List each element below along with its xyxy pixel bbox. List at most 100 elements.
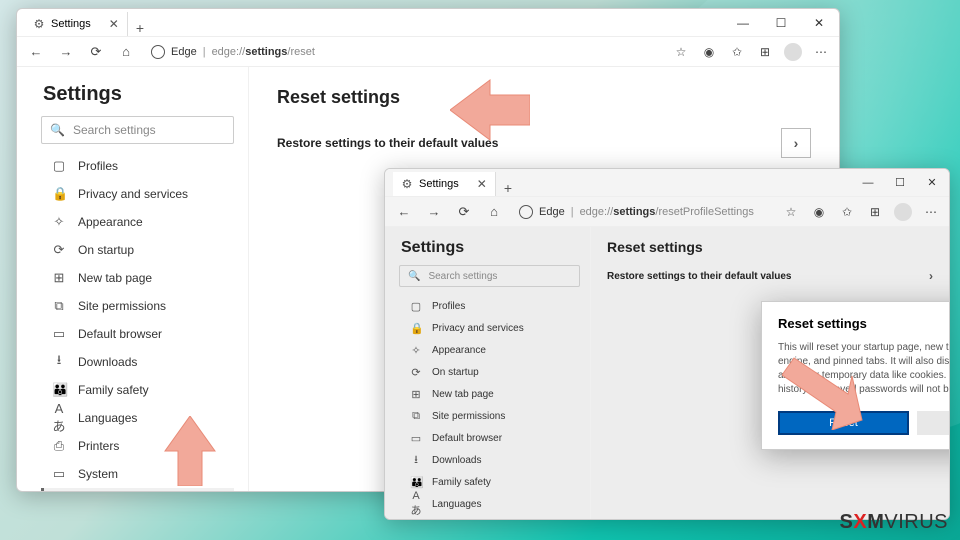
favorites-bar-icon[interactable]: ✩ — [725, 40, 749, 64]
page-title: Settings — [43, 83, 234, 106]
forward-button[interactable]: → — [53, 39, 79, 65]
nav-icon: ✧ — [52, 214, 66, 230]
nav-icon: ⟳ — [410, 366, 422, 379]
adblock-icon[interactable]: ◉ — [807, 200, 831, 224]
settings-sidebar: Settings 🔍 Search settings ▢Profiles🔒Pri… — [385, 227, 591, 519]
nav-icon: Aあ — [52, 401, 66, 435]
nav-icon: ▭ — [52, 466, 66, 482]
collections-icon[interactable]: ⊞ — [863, 200, 887, 224]
menu-button[interactable]: ⋯ — [809, 40, 833, 64]
gear-icon: ⚙ — [33, 18, 45, 30]
titlebar: ⚙ Settings ✕ + — ☐ ✕ — [17, 9, 839, 37]
minimize-button[interactable]: — — [725, 10, 761, 36]
nav-icon: ⊞ — [52, 270, 66, 286]
close-tab-icon[interactable]: ✕ — [477, 177, 487, 191]
address-bar: ← → ⟳ ⌂ Edge | edge://settings/reset ☆ ◉… — [17, 37, 839, 67]
home-button[interactable]: ⌂ — [481, 199, 507, 225]
sidebar-item-label: Privacy and services — [78, 187, 188, 201]
settings-main: Reset settings Restore settings to their… — [591, 227, 949, 519]
sidebar-item-label: Profiles — [78, 159, 118, 173]
sidebar-item-appearance[interactable]: ✧Appearance — [41, 208, 234, 236]
nav-icon: ⧉ — [52, 298, 66, 314]
close-window-button[interactable]: ✕ — [801, 10, 837, 36]
sidebar-item-languages[interactable]: AあLanguages — [399, 493, 580, 515]
avatar-icon — [894, 203, 912, 221]
addr-prefix: Edge — [171, 46, 197, 58]
adblock-icon[interactable]: ◉ — [697, 40, 721, 64]
search-placeholder: Search settings — [428, 271, 497, 282]
nav-icon: 🔒 — [410, 322, 422, 335]
url-field[interactable]: Edge | edge://settings/resetProfileSetti… — [511, 201, 775, 223]
sidebar-item-profiles[interactable]: ▢Profiles — [399, 295, 580, 317]
maximize-button[interactable]: ☐ — [763, 10, 799, 36]
restore-defaults-row[interactable]: Restore settings to their default values… — [277, 128, 811, 158]
section-title: Reset settings — [277, 87, 811, 108]
refresh-button[interactable]: ⟳ — [83, 39, 109, 65]
sidebar-item-label: Site permissions — [432, 411, 505, 422]
nav-icon: ⭳ — [52, 351, 66, 373]
new-tab-button[interactable]: + — [128, 20, 152, 36]
home-button[interactable]: ⌂ — [113, 39, 139, 65]
sidebar-item-label: Default browser — [432, 433, 502, 444]
url-field[interactable]: Edge | edge://settings/reset — [143, 41, 665, 63]
collections-icon[interactable]: ⊞ — [753, 40, 777, 64]
back-button[interactable]: ← — [23, 39, 49, 65]
sidebar-item-default-browser[interactable]: ▭Default browser — [399, 427, 580, 449]
sidebar-item-site-permissions[interactable]: ⧉ Site permissions — [399, 405, 580, 427]
sidebar-item-privacy-and-services[interactable]: 🔒Privacy and services — [41, 180, 234, 208]
nav-icon: ▢ — [410, 300, 422, 313]
sidebar-item-profiles[interactable]: ▢Profiles — [41, 152, 234, 180]
sidebar-item-downloads[interactable]: ⭳Downloads — [399, 449, 580, 471]
favorite-icon[interactable]: ☆ — [669, 40, 693, 64]
sidebar-item-label: System — [78, 467, 118, 481]
menu-button[interactable]: ⋯ — [919, 200, 943, 224]
sidebar-item-label: Languages — [78, 411, 137, 425]
nav-icon: ▭ — [52, 326, 66, 342]
sidebar-item-label: Downloads — [432, 455, 481, 466]
search-input[interactable]: 🔍 Search settings — [399, 265, 580, 287]
sidebar-item-label: Family safety — [78, 383, 149, 397]
back-button[interactable]: ← — [391, 199, 417, 225]
sidebar-item-new-tab-page[interactable]: ⊞New tab page — [399, 383, 580, 405]
sidebar-item-on-startup[interactable]: ⟳On startup — [41, 236, 234, 264]
sidebar-item-privacy-and-services[interactable]: 🔒Privacy and services — [399, 317, 580, 339]
edge-icon — [151, 45, 165, 59]
sidebar-item-family-safety[interactable]: 👪 Family safety — [41, 376, 234, 404]
new-tab-button[interactable]: + — [496, 180, 520, 196]
profile-button[interactable] — [781, 40, 805, 64]
nav-icon: ⧉ — [410, 410, 422, 423]
sidebar-item-site-permissions[interactable]: ⧉ Site permissions — [41, 292, 234, 320]
close-window-button[interactable]: ✕ — [917, 172, 947, 194]
browser-tab[interactable]: ⚙ Settings ✕ — [393, 172, 496, 196]
cancel-button[interactable]: Cancel — [917, 411, 949, 435]
section-title: Reset settings — [607, 239, 933, 255]
page-title: Settings — [401, 239, 580, 257]
annotation-arrow-icon — [450, 75, 530, 145]
nav-icon: 👪 — [52, 382, 66, 398]
sidebar-item-label: Appearance — [432, 345, 486, 356]
sidebar-item-on-startup[interactable]: ⟳On startup — [399, 361, 580, 383]
sidebar-item-printers[interactable]: ⎙Printers — [399, 515, 580, 519]
sidebar-item-default-browser[interactable]: ▭Default browser — [41, 320, 234, 348]
favorite-icon[interactable]: ☆ — [779, 200, 803, 224]
close-tab-icon[interactable]: ✕ — [109, 17, 119, 31]
avatar-icon — [784, 43, 802, 61]
sidebar-item-downloads[interactable]: ⭳Downloads — [41, 348, 234, 376]
search-icon: 🔍 — [50, 123, 65, 137]
sidebar-item-family-safety[interactable]: 👪Family safety — [399, 471, 580, 493]
sidebar-item-label: Site permissions — [78, 299, 166, 313]
refresh-button[interactable]: ⟳ — [451, 199, 477, 225]
favorites-bar-icon[interactable]: ✩ — [835, 200, 859, 224]
nav-icon: Aあ — [410, 490, 422, 518]
sidebar-item-appearance[interactable]: ✧Appearance — [399, 339, 580, 361]
minimize-button[interactable]: — — [853, 172, 883, 194]
browser-tab[interactable]: ⚙ Settings ✕ — [25, 12, 128, 36]
forward-button[interactable]: → — [421, 199, 447, 225]
sidebar-item-reset-settings[interactable]: ↺Reset settings — [41, 488, 234, 491]
sidebar-item-new-tab-page[interactable]: ⊞New tab page — [41, 264, 234, 292]
restore-defaults-row[interactable]: Restore settings to their default values… — [607, 269, 933, 283]
sidebar-item-label: Family safety — [432, 477, 491, 488]
maximize-button[interactable]: ☐ — [885, 172, 915, 194]
profile-button[interactable] — [891, 200, 915, 224]
search-input[interactable]: 🔍 Search settings — [41, 116, 234, 144]
